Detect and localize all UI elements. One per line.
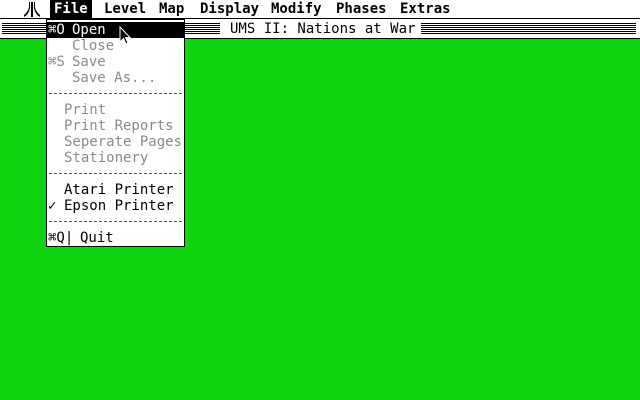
menu-item-print[interactable]: Print [47,102,184,118]
menu-separator [49,93,182,94]
menu-item-print-reports[interactable]: Print Reports [47,118,184,134]
menu-item-label: Print Reports [64,118,174,134]
menu-item-stationery[interactable]: Stationery [47,150,184,166]
menu-item-close[interactable]: Close [47,38,184,54]
shortcut-label: ⌘Q| [48,230,74,246]
menu-item-label: Close [72,38,115,54]
menu-display[interactable]: Display [196,0,263,18]
menu-item-open[interactable]: ⌘O Open [47,22,184,38]
title-bar-pattern [410,23,636,35]
menu-item-quit[interactable]: ⌘Q| Quit [47,230,184,246]
menu-item-save-as[interactable]: Save As... [47,70,184,86]
menu-bar: File Level Map Display Modify Phases Ext… [0,0,640,19]
menu-item-save[interactable]: ⌘S Save [47,54,184,70]
menu-item-label: Stationery [64,150,149,166]
menu-item-label: Quit [80,230,114,246]
menu-separator [49,221,182,222]
menu-phases[interactable]: Phases [332,0,391,18]
menu-item-label: Epson Printer [64,198,174,214]
menu-item-epson-printer[interactable]: ✓ Epson Printer [47,198,184,214]
shortcut-label: ⌘S [48,54,65,70]
atari-logo-icon[interactable] [24,2,40,17]
menu-item-label: Open [72,22,106,38]
menu-item-label: Print [64,102,107,118]
menu-extras[interactable]: Extras [396,0,455,18]
menu-map[interactable]: Map [155,0,188,18]
menu-item-label: Save [72,54,106,70]
shortcut-label: ⌘O [48,22,65,38]
menu-level[interactable]: Level [100,0,150,18]
menu-item-label: Seperate Pages [64,134,183,150]
menu-item-label: Atari Printer [64,182,174,198]
menu-file[interactable]: File [50,0,92,18]
window-title: UMS II: Nations at War [224,20,422,38]
menu-item-atari-printer[interactable]: Atari Printer [47,182,184,198]
menu-modify[interactable]: Modify [267,0,326,18]
mouse-pointer-icon [119,26,131,45]
menu-separator [49,173,182,174]
file-dropdown-menu: ⌘O Open Close ⌘S Save Save As... Print P… [46,19,185,247]
checkmark-icon: ✓ [48,198,57,214]
menu-item-label: Save As... [72,70,157,86]
menu-item-seperate-pages[interactable]: Seperate Pages [47,134,184,150]
